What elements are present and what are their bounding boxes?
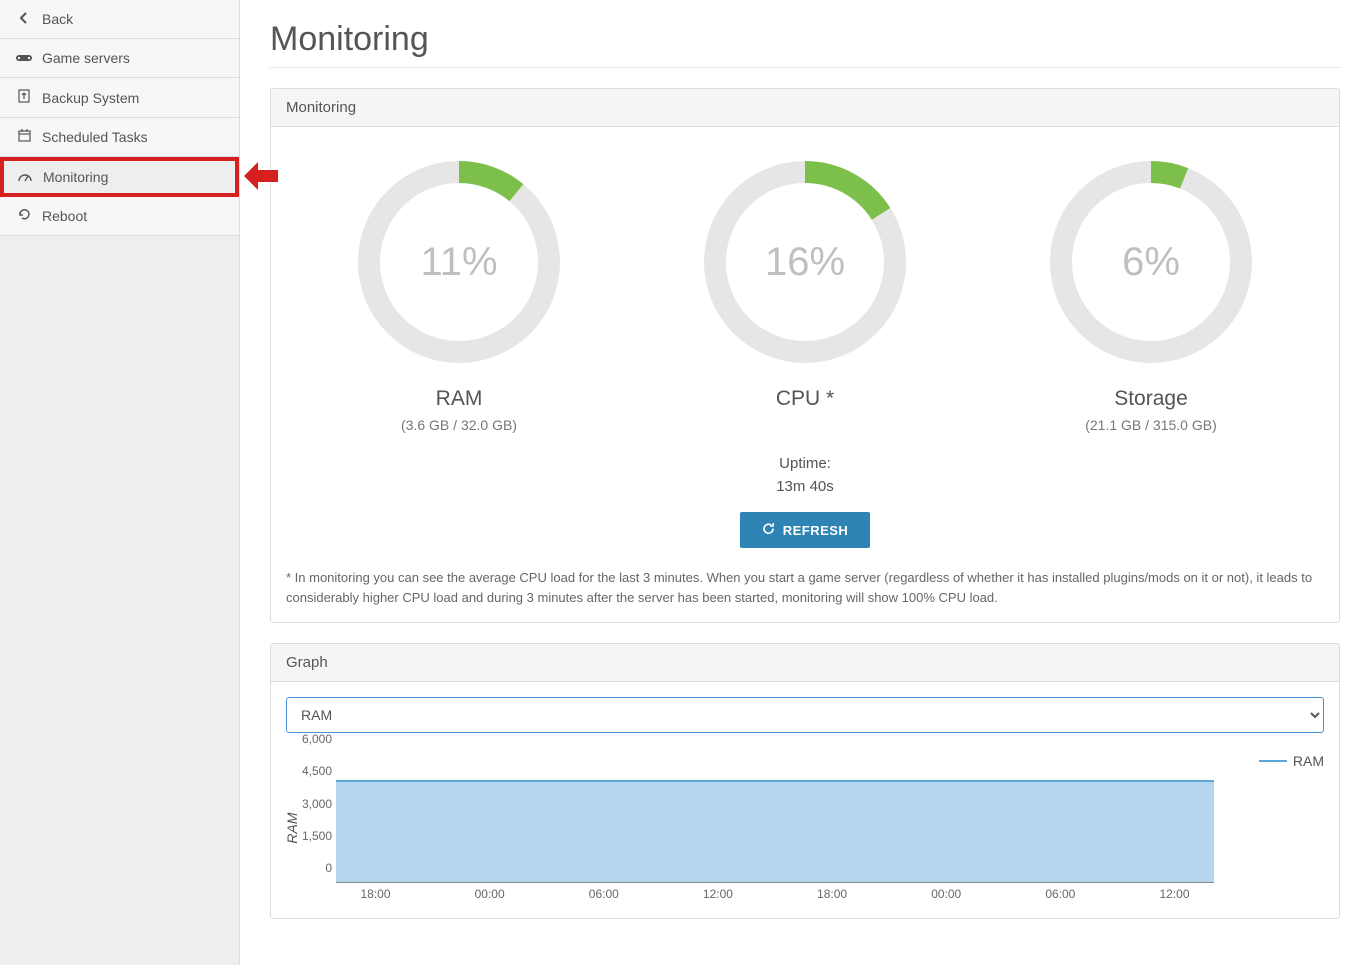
- sidebar-item-label: Monitoring: [43, 169, 108, 185]
- legend-line-icon: [1259, 760, 1287, 762]
- sidebar-item-label: Backup System: [42, 90, 139, 106]
- sidebar: Back Game servers Backup System Schedule…: [0, 0, 240, 965]
- monitoring-footnote: * In monitoring you can see the average …: [286, 568, 1324, 607]
- gauge-storage-sub: (21.1 GB / 315.0 GB): [1001, 417, 1301, 433]
- refresh-icon: [762, 522, 775, 538]
- gauge-ram-pct: 11%: [354, 157, 564, 367]
- sidebar-item-monitoring[interactable]: Monitoring: [0, 157, 239, 197]
- sidebar-item-scheduled-tasks[interactable]: Scheduled Tasks: [0, 118, 239, 157]
- sidebar-item-game-servers[interactable]: Game servers: [0, 39, 239, 78]
- graph-panel: Graph RAM RAM RAM 01,5003,0004,5006,000 …: [270, 643, 1340, 919]
- gauge-storage: 6% Storage (21.1 GB / 315.0 GB): [1001, 157, 1301, 433]
- chart-legend-label: RAM: [1293, 753, 1324, 769]
- sidebar-item-label: Reboot: [42, 208, 87, 224]
- uptime-block: Uptime: 13m 40s: [286, 453, 1324, 498]
- graph-panel-header: Graph: [271, 644, 1339, 682]
- chevron-left-icon: [16, 11, 32, 27]
- gauge-storage-label: Storage: [1001, 387, 1301, 411]
- sidebar-item-back[interactable]: Back: [0, 0, 239, 39]
- gauge-ram: 11% RAM (3.6 GB / 32.0 GB): [309, 157, 609, 433]
- sidebar-item-reboot[interactable]: Reboot: [0, 197, 239, 236]
- gauge-cpu-label: CPU *: [655, 387, 955, 411]
- sidebar-item-label: Back: [42, 11, 73, 27]
- file-upload-icon: [16, 89, 32, 106]
- monitoring-panel: Monitoring 11% RAM (3.6 GB / 32.0 GB): [270, 88, 1340, 623]
- gamepad-icon: [16, 50, 32, 66]
- refresh-icon: [16, 208, 32, 224]
- dashboard-icon: [17, 169, 33, 185]
- highlight-arrow-icon: [244, 162, 278, 190]
- sidebar-item-label: Game servers: [42, 50, 130, 66]
- sidebar-item-label: Scheduled Tasks: [42, 129, 148, 145]
- calendar-icon: [16, 129, 32, 145]
- gauge-ram-label: RAM: [309, 387, 609, 411]
- graph-metric-select[interactable]: RAM: [286, 697, 1324, 733]
- page-title: Monitoring: [270, 20, 1340, 68]
- gauge-cpu-pct: 16%: [700, 157, 910, 367]
- monitoring-panel-header: Monitoring: [271, 89, 1339, 127]
- refresh-button[interactable]: REFRESH: [740, 512, 871, 548]
- uptime-value: 13m 40s: [286, 476, 1324, 499]
- gauge-ram-sub: (3.6 GB / 32.0 GB): [309, 417, 609, 433]
- main-content: Monitoring Monitoring 11% RAM (3.: [240, 0, 1370, 965]
- sidebar-item-backup-system[interactable]: Backup System: [0, 78, 239, 118]
- uptime-label: Uptime:: [286, 453, 1324, 476]
- chart-legend: RAM: [1259, 753, 1324, 769]
- gauge-storage-pct: 6%: [1046, 157, 1256, 367]
- refresh-button-label: REFRESH: [783, 523, 849, 538]
- ram-chart: RAM RAM 01,5003,0004,5006,000 18:0000:00…: [286, 753, 1324, 903]
- gauge-cpu: 16% CPU *: [655, 157, 955, 433]
